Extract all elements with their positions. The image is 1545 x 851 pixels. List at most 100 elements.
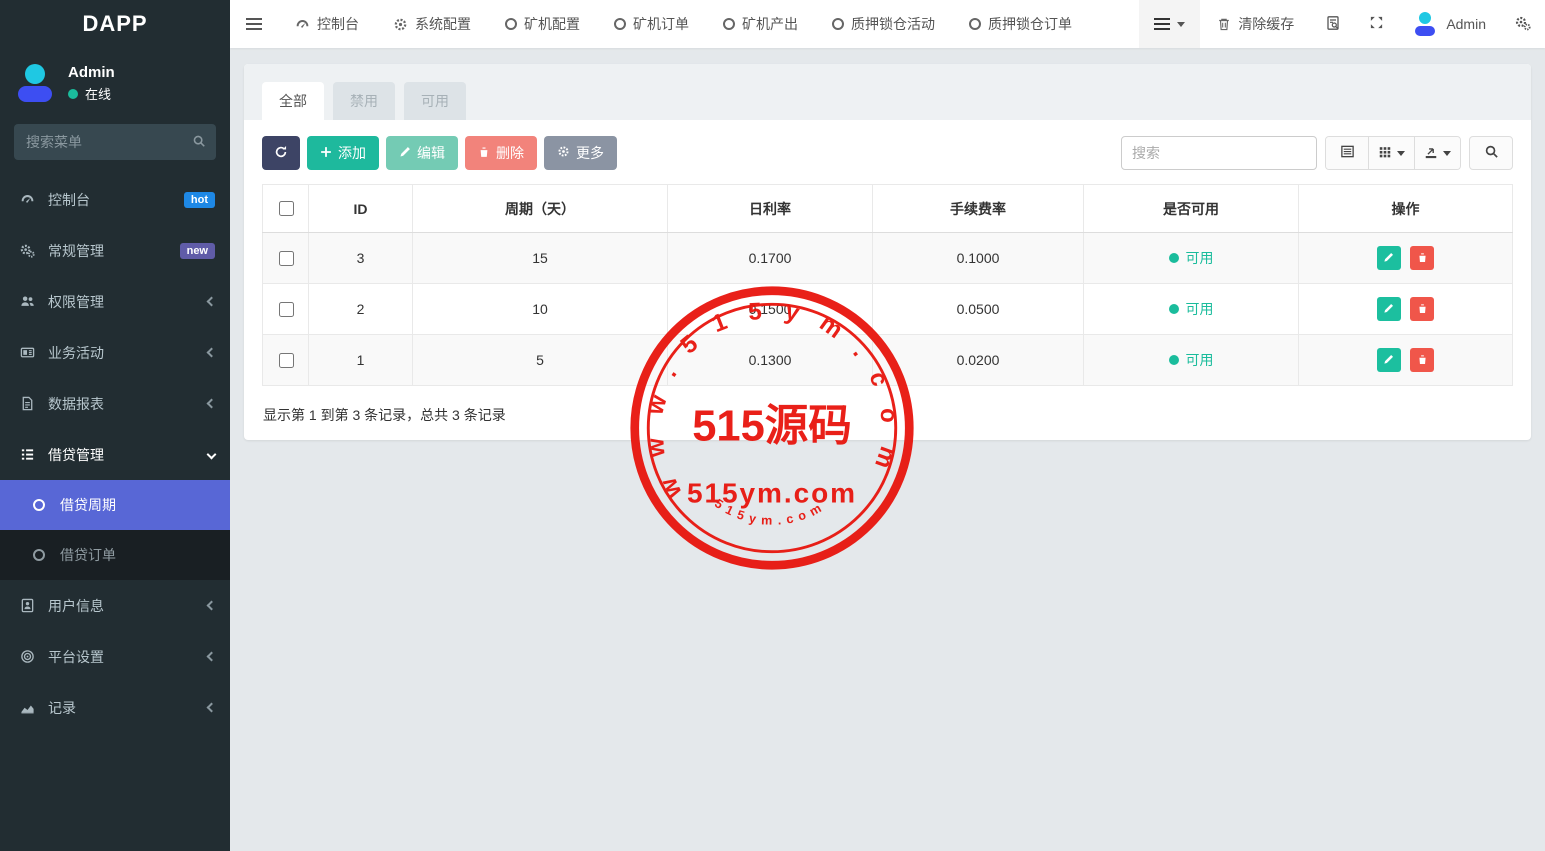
tab-all[interactable]: 全部	[262, 82, 324, 120]
row-delete-button[interactable]	[1410, 246, 1434, 270]
chevron-left-icon	[207, 601, 217, 611]
gears-icon	[15, 243, 39, 258]
list-icon	[15, 447, 39, 462]
delete-button[interactable]: 删除	[465, 136, 537, 170]
row-edit-button[interactable]	[1377, 246, 1401, 270]
sidebar-item-label: 常规管理	[48, 241, 180, 261]
user-avatar	[14, 64, 56, 102]
status-badge: 可用	[1169, 248, 1214, 268]
topnav-item-staking-orders[interactable]: 质押锁仓订单	[952, 0, 1089, 48]
table-search-input[interactable]	[1121, 136, 1317, 170]
sidebar-item-reports[interactable]: 数据报表	[0, 378, 230, 429]
topnav-item-miner-output[interactable]: 矿机产出	[706, 0, 815, 48]
admin-account-button[interactable]: Admin	[1398, 0, 1501, 48]
content-area: 全部 禁用 可用 添加 编辑	[230, 48, 1545, 851]
pencil-icon	[399, 145, 411, 161]
sidebar-item-business[interactable]: 业务活动	[0, 327, 230, 378]
cell-fee-rate: 0.0200	[873, 335, 1084, 386]
filter-tabs: 全部 禁用 可用	[244, 64, 1531, 120]
row-delete-button[interactable]	[1410, 348, 1434, 372]
tab-enabled[interactable]: 可用	[404, 82, 466, 120]
chevron-down-icon	[207, 450, 217, 460]
row-edit-button[interactable]	[1377, 348, 1401, 372]
sidebar-toggle-button[interactable]	[230, 0, 278, 48]
table-row: 2 10 0.1500 0.0500 可用	[263, 284, 1513, 335]
add-button[interactable]: 添加	[307, 136, 379, 170]
app-logo: DAPP	[0, 0, 230, 48]
row-checkbox[interactable]	[279, 353, 294, 368]
detail-view-icon	[1340, 144, 1355, 162]
sidebar-item-loan-orders[interactable]: 借贷订单	[0, 530, 230, 580]
topnav-item-miner-config[interactable]: 矿机配置	[488, 0, 597, 48]
sidebar-item-general[interactable]: 常规管理 new	[0, 225, 230, 276]
column-header-daily-rate: 日利率	[668, 185, 873, 233]
sidebar-item-loan-period[interactable]: 借贷周期	[0, 480, 230, 530]
sidebar-item-label: 记录	[48, 698, 208, 718]
doc-search-button[interactable]	[1311, 0, 1355, 48]
status-badge: 可用	[1169, 299, 1214, 319]
sidebar-item-permissions[interactable]: 权限管理	[0, 276, 230, 327]
hot-badge: hot	[184, 192, 215, 208]
detail-view-button[interactable]	[1326, 137, 1368, 169]
sidebar-item-dashboard[interactable]: 控制台 hot	[0, 174, 230, 225]
sidebar-submenu-loans: 借贷周期 借贷订单	[0, 480, 230, 580]
tachometer-icon	[15, 192, 39, 207]
select-all-checkbox[interactable]	[279, 201, 294, 216]
export-button[interactable]	[1414, 137, 1460, 169]
sidebar-item-platform-settings[interactable]: 平台设置	[0, 631, 230, 682]
clear-cache-button[interactable]: 清除缓存	[1200, 0, 1311, 48]
row-checkbox[interactable]	[279, 251, 294, 266]
sidebar-item-label: 用户信息	[48, 596, 208, 616]
topnav-item-staking-activity[interactable]: 质押锁仓活动	[815, 0, 952, 48]
topnav-item-dashboard[interactable]: 控制台	[278, 0, 376, 48]
cell-id: 3	[309, 233, 413, 284]
edit-button[interactable]: 编辑	[386, 136, 458, 170]
columns-grid-icon	[1378, 145, 1392, 162]
search-icon[interactable]	[192, 134, 206, 151]
more-button[interactable]: 更多	[544, 136, 617, 170]
column-header-period: 周期（天）	[413, 185, 668, 233]
topnav-item-system-config[interactable]: 系统配置	[376, 0, 488, 48]
user-status-label: 在线	[85, 85, 111, 105]
cell-daily-rate: 0.1500	[668, 284, 873, 335]
fullscreen-button[interactable]	[1355, 0, 1398, 48]
plus-icon	[320, 145, 332, 161]
topnav-item-miner-orders[interactable]: 矿机订单	[597, 0, 706, 48]
row-edit-button[interactable]	[1377, 297, 1401, 321]
search-button[interactable]	[1469, 136, 1513, 170]
chevron-left-icon	[207, 703, 217, 713]
sidebar-item-records[interactable]: 记录	[0, 682, 230, 733]
topnav-item-label: 控制台	[317, 14, 359, 34]
settings-button[interactable]	[1501, 0, 1545, 48]
toolbar-right	[1121, 136, 1513, 170]
sidebar-item-loans[interactable]: 借贷管理	[0, 429, 230, 480]
gear-icon	[557, 145, 570, 161]
chevron-left-icon	[207, 348, 217, 358]
table-row: 3 15 0.1700 0.1000 可用	[263, 233, 1513, 284]
refresh-button[interactable]	[262, 136, 300, 170]
edit-button-label: 编辑	[417, 143, 445, 163]
circle-icon	[614, 18, 626, 30]
chevron-left-icon	[207, 399, 217, 409]
nav-menu-toggle-button[interactable]	[1139, 0, 1200, 48]
column-header-fee-rate: 手续费率	[873, 185, 1084, 233]
chevron-left-icon	[207, 652, 217, 662]
column-header-available: 是否可用	[1084, 185, 1299, 233]
pencil-icon	[1383, 251, 1394, 266]
sidebar-item-label: 平台设置	[48, 647, 208, 667]
circle-icon	[723, 18, 735, 30]
newspaper-icon	[15, 345, 39, 360]
trash-icon	[1417, 302, 1428, 317]
columns-button[interactable]	[1368, 137, 1414, 169]
sidebar-item-user-info[interactable]: 用户信息	[0, 580, 230, 631]
row-checkbox[interactable]	[279, 302, 294, 317]
sidebar-search-input[interactable]	[14, 124, 216, 160]
circle-icon	[969, 18, 981, 30]
row-delete-button[interactable]	[1410, 297, 1434, 321]
tab-disabled[interactable]: 禁用	[333, 82, 395, 120]
sidebar-item-label: 业务活动	[48, 343, 208, 363]
chart-area-icon	[15, 700, 39, 715]
topnav-item-label: 质押锁仓订单	[988, 14, 1072, 34]
select-all-cell	[263, 185, 309, 233]
cell-daily-rate: 0.1300	[668, 335, 873, 386]
